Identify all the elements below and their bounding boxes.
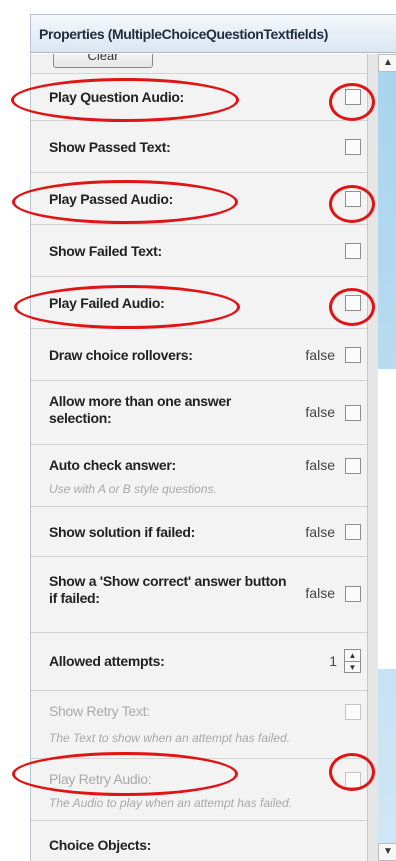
- property-value: false: [305, 347, 335, 363]
- property-row-allowed-attempts: Allowed attempts: 1 ▲ ▼: [31, 632, 367, 690]
- scrollbar-thumb-region[interactable]: [378, 369, 396, 669]
- stepper-down-icon[interactable]: ▼: [345, 661, 360, 672]
- property-label: Play Passed Audio:: [49, 191, 174, 207]
- show-failed-text-checkbox[interactable]: [345, 243, 361, 259]
- property-label: Allowed attempts:: [49, 653, 165, 669]
- property-row-allow-multiple-selection: Allow more than one answer selection: fa…: [31, 380, 367, 444]
- property-value: false: [305, 524, 335, 540]
- play-failed-audio-checkbox[interactable]: [345, 295, 361, 311]
- property-row-show-passed-text: Show Passed Text:: [31, 120, 367, 172]
- stepper-up-icon[interactable]: ▲: [345, 650, 360, 661]
- property-row-draw-choice-rollovers: Draw choice rollovers: false: [31, 328, 367, 380]
- property-label: Show solution if failed:: [49, 524, 196, 540]
- property-label: Play Question Audio:: [49, 89, 185, 105]
- property-row-play-failed-audio: Play Failed Audio:: [31, 276, 367, 328]
- property-row-auto-check-answer: Auto check answer: Use with A or B style…: [31, 444, 367, 506]
- allowed-attempts-stepper[interactable]: ▲ ▼: [344, 649, 361, 673]
- property-label: Allow more than one answer selection:: [49, 393, 232, 426]
- allow-multiple-selection-checkbox[interactable]: [345, 405, 361, 421]
- show-correct-button-checkbox[interactable]: [345, 586, 361, 602]
- property-label: Choice Objects:: [49, 837, 152, 853]
- property-label: Show Retry Text:: [49, 703, 150, 719]
- property-value: false: [305, 585, 335, 601]
- show-passed-text-checkbox[interactable]: [345, 139, 361, 155]
- property-value: false: [305, 457, 335, 473]
- property-label: Play Retry Audio:: [49, 771, 152, 787]
- properties-list: Clear Play Question Audio: Show Passed T…: [31, 54, 367, 861]
- panel-title: Properties (MultipleChoiceQuestionTextfi…: [31, 15, 396, 53]
- property-hint: The Text to show when an attempt has fai…: [49, 731, 291, 745]
- property-row-choice-objects: Choice Objects:: [31, 820, 367, 861]
- play-retry-audio-checkbox[interactable]: [345, 772, 361, 788]
- auto-check-answer-checkbox[interactable]: [345, 458, 361, 474]
- clear-button[interactable]: Clear: [53, 54, 153, 68]
- property-hint: Use with A or B style questions.: [49, 482, 217, 496]
- play-question-audio-checkbox[interactable]: [345, 89, 361, 105]
- property-row-show-failed-text: Show Failed Text:: [31, 224, 367, 276]
- draw-choice-rollovers-checkbox[interactable]: [345, 347, 361, 363]
- property-label: Show a 'Show correct' answer button if f…: [49, 573, 287, 606]
- show-solution-if-failed-checkbox[interactable]: [345, 524, 361, 540]
- property-label: Play Failed Audio:: [49, 295, 165, 311]
- property-label: Show Passed Text:: [49, 139, 171, 155]
- property-row-show-retry-text: Show Retry Text: The Text to show when a…: [31, 690, 367, 758]
- property-label: Draw choice rollovers:: [49, 347, 193, 363]
- property-row-show-correct-button: Show a 'Show correct' answer button if f…: [31, 556, 367, 632]
- scroll-down-icon[interactable]: ▼: [378, 843, 396, 861]
- property-row-show-solution-if-failed: Show solution if failed: false: [31, 506, 367, 556]
- property-row-play-question-audio: Play Question Audio:: [31, 73, 367, 120]
- vertical-scrollbar[interactable]: ▲ ▼: [367, 54, 396, 861]
- property-row-play-retry-audio: Play Retry Audio: The Audio to play when…: [31, 758, 367, 820]
- property-label: Auto check answer:: [49, 457, 176, 473]
- scroll-up-icon[interactable]: ▲: [378, 54, 396, 72]
- property-label: Show Failed Text:: [49, 243, 162, 259]
- property-hint: The Audio to play when an attempt has fa…: [49, 796, 293, 810]
- show-retry-text-checkbox[interactable]: [345, 704, 361, 720]
- properties-panel: Properties (MultipleChoiceQuestionTextfi…: [30, 14, 396, 861]
- play-passed-audio-checkbox[interactable]: [345, 191, 361, 207]
- allowed-attempts-value: 1: [329, 653, 337, 669]
- property-value: false: [305, 404, 335, 420]
- property-row-play-passed-audio: Play Passed Audio:: [31, 172, 367, 224]
